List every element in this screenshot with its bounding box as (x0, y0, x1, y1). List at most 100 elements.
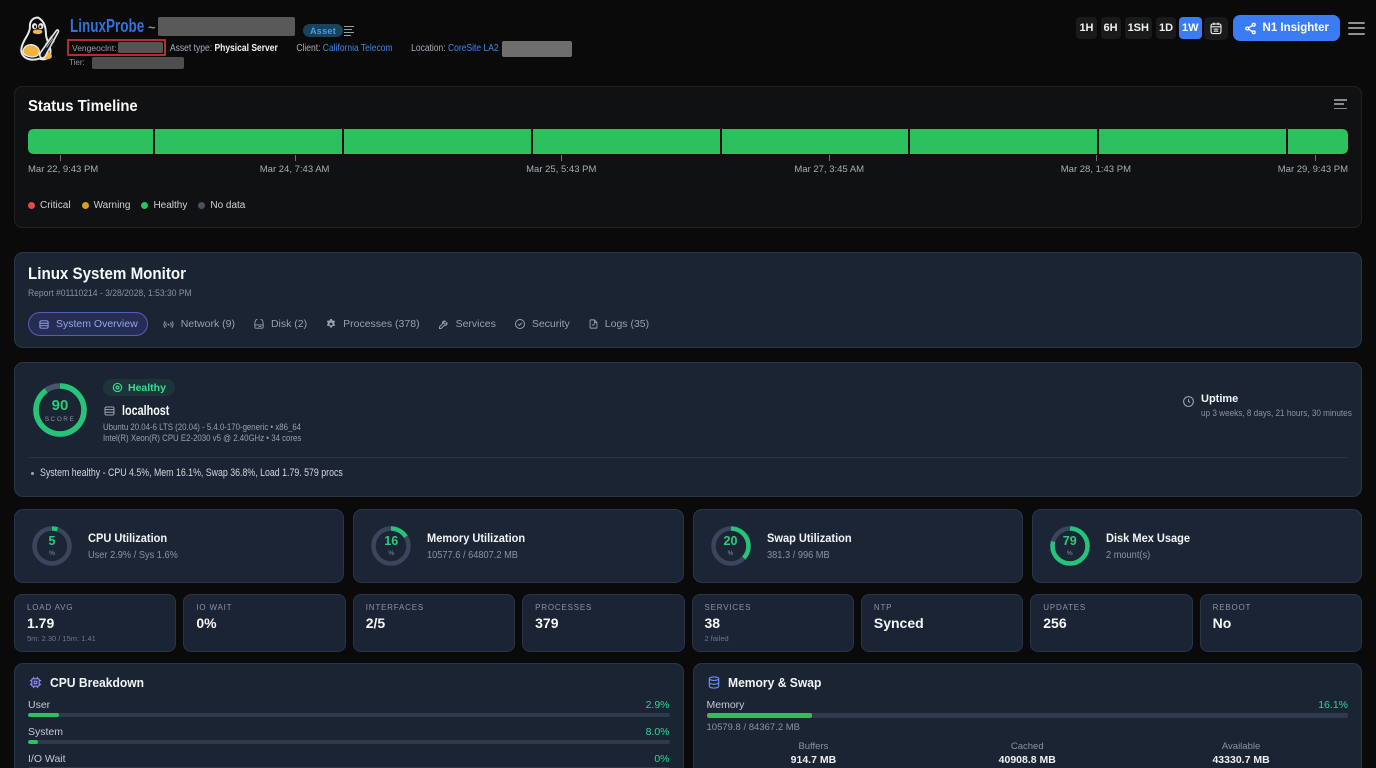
percent-sign: % (388, 550, 394, 557)
cpu-breakdown-rows: User 2.9% System 8.0% I/O Wait 0% (28, 699, 670, 768)
services-card: SERVICES 38 2 failed (692, 594, 854, 652)
tab-label: System Overview (56, 318, 138, 330)
time-range-1h[interactable]: 1H (1076, 17, 1096, 39)
asset-type-label: Asset type: (170, 42, 212, 54)
time-range-1d[interactable]: 1D (1156, 17, 1176, 39)
calendar-button[interactable] (1204, 17, 1228, 40)
buffers-col: Buffers 914.7 MB (707, 741, 921, 766)
stat-label: INTERFACES (366, 603, 502, 612)
gauge-cards-row: 5% CPU Utilization User 2.9% / Sys 1.6% … (14, 509, 1362, 583)
swap-utilization-card: 20% Swap Utilization 381.3 / 996 MB (693, 509, 1023, 583)
tab-label: Network (9) (181, 318, 235, 330)
timeline-tick (561, 155, 562, 161)
share-network-icon (1244, 22, 1257, 35)
legend-nodata: No data (198, 200, 245, 211)
timeline-bar (28, 129, 1348, 154)
timeline-segment (155, 129, 342, 154)
shield-check-icon (514, 318, 526, 330)
time-range-6h[interactable]: 6H (1101, 17, 1121, 39)
tab-system-overview[interactable]: System Overview (28, 312, 148, 336)
timeline-tick (829, 155, 830, 161)
menu-icon[interactable] (1348, 22, 1365, 35)
tab-network[interactable]: Network (9) (162, 312, 235, 336)
timeline-segment (722, 129, 909, 154)
system-bar (28, 740, 670, 744)
stat-label: LOAD AVG (27, 603, 163, 612)
uptime-title: Uptime (1201, 393, 1376, 405)
stat-label: NTP (874, 603, 1010, 612)
cpu-breakdown-title: CPU Breakdown (50, 675, 144, 690)
tab-disk[interactable]: Disk (2) (253, 312, 307, 336)
cpu-card-sub: User 2.9% / Sys 1.6% (88, 549, 178, 561)
asset-type-value: Physical Server (214, 42, 277, 54)
tab-label: Services (456, 318, 496, 330)
timeline-title: Status Timeline (28, 98, 1256, 116)
asset-badge: Asset (303, 24, 343, 37)
system-value: 8.0% (646, 726, 670, 738)
stat-sub: 5m: 2.30 / 15m: 1.41 (27, 634, 163, 643)
legend-label: Healthy (153, 200, 187, 211)
gear-icon (325, 318, 337, 330)
timeline-menu-icon[interactable] (1334, 99, 1347, 109)
location-link[interactable]: CoreSite LA2 (448, 42, 499, 54)
user-row: User 2.9% (28, 699, 670, 711)
n1-insighter-button[interactable]: N1 Insighter (1233, 15, 1340, 41)
header-controls: 1H 6H 1SH 1D 1W N1 Insighter (1072, 15, 1365, 41)
cpu-card-title: CPU Utilization (88, 531, 182, 545)
redacted-tier (92, 57, 184, 69)
user-value: 2.9% (646, 699, 670, 711)
tab-security[interactable]: Security (514, 312, 570, 336)
tab-processes[interactable]: Processes (378) (325, 312, 419, 336)
iowait-label: I/O Wait (28, 753, 66, 765)
memory-bar (707, 713, 1349, 718)
cached-col: Cached 40908.8 MB (920, 741, 1134, 766)
cpu-chip-icon (28, 675, 43, 690)
stat-label: IO WAIT (196, 603, 332, 612)
calendar-icon (1209, 21, 1223, 35)
available-value: 43330.7 MB (1134, 754, 1348, 766)
iowait-row: I/O Wait 0% (28, 753, 670, 765)
time-range-15h[interactable]: 1SH (1125, 17, 1152, 39)
tab-label: Disk (2) (271, 318, 307, 330)
timeline-labels: Mar 22, 9:43 PM Mar 24, 7:43 AM Mar 25, … (28, 162, 1348, 176)
healthy-dot (141, 202, 148, 209)
health-score-value: 90 (52, 398, 69, 413)
nodata-dot (198, 202, 205, 209)
stat-label: PROCESSES (535, 603, 671, 612)
memory-card-sub: 10577.6 / 64807.2 MB (427, 549, 521, 561)
tab-logs[interactable]: Logs (35) (588, 312, 649, 336)
percent-sign: % (49, 550, 55, 557)
system-row: System 8.0% (28, 726, 670, 738)
timeline-label: Mar 25, 5:43 PM (526, 164, 596, 175)
time-range-1w[interactable]: 1W (1179, 17, 1202, 39)
top-header: LinuxProbe ~ Asset Vengeoclnt: Asset typ… (0, 0, 1376, 86)
list-icon (344, 26, 354, 36)
health-summary-text: System healthy - CPU 4.5%, Mem 16.1%, Sw… (40, 467, 343, 479)
timeline-segment (1288, 129, 1348, 154)
health-score-gauge: 90 SCORE (33, 383, 87, 437)
critical-dot (28, 202, 35, 209)
legend-label: Warning (94, 200, 131, 211)
ntp-card: NTP Synced (861, 594, 1023, 652)
memory-card-title: Memory Utilization (427, 531, 525, 545)
tux-logo (18, 16, 63, 61)
cpu-gauge-value: 5 (49, 535, 56, 548)
disk-icon (253, 319, 265, 330)
legend-critical: Critical (28, 200, 71, 211)
redacted-location (502, 41, 572, 57)
buffers-value: 914.7 MB (707, 754, 921, 766)
tab-services[interactable]: Services (438, 312, 496, 336)
tab-label: Security (532, 318, 570, 330)
cpu-breakdown-card: CPU Breakdown User 2.9% System 8.0% I/O … (14, 663, 684, 768)
hostname-label: Vengeoclnt: (72, 43, 116, 53)
stat-label: SERVICES (705, 603, 841, 612)
buffers-label: Buffers (707, 741, 921, 752)
hostname-row: localhost (103, 403, 181, 418)
interfaces-card: INTERFACES 2/5 (353, 594, 515, 652)
client-link[interactable]: California Telecom (323, 42, 393, 54)
timeline-tick (295, 155, 296, 161)
signal-icon (162, 319, 175, 330)
monitor-subtitle: Report #01110214 - 3/28/2028, 1:53:30 PM (28, 288, 1216, 299)
timeline-tick (1096, 155, 1097, 161)
status-badge: Healthy (103, 379, 175, 396)
